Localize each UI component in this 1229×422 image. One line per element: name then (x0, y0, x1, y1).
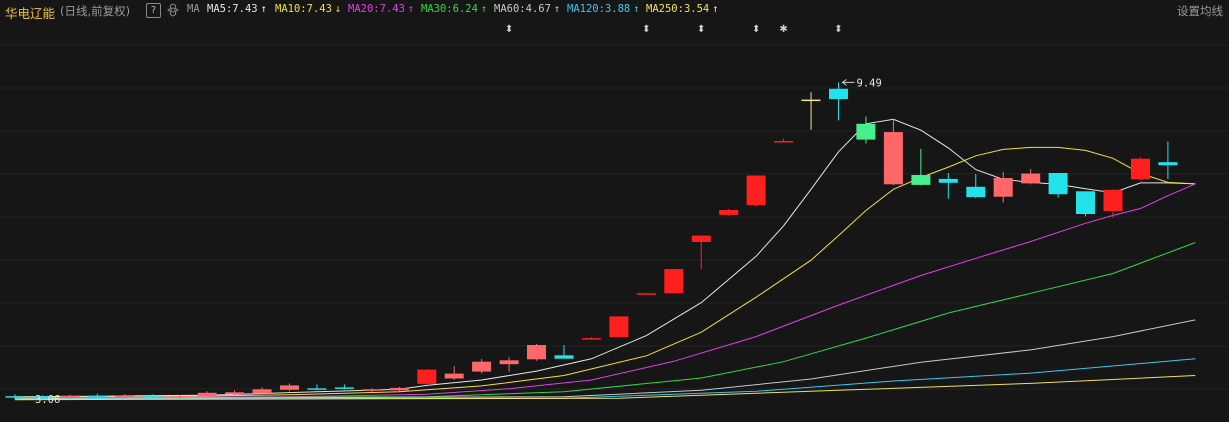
candle (1021, 169, 1041, 185)
candle-body (636, 293, 656, 295)
event-marker-icon: ⬍ (697, 24, 705, 35)
candle-body (527, 345, 546, 360)
event-marker-icon: ⬍ (834, 24, 842, 35)
candle (746, 175, 766, 208)
candle (334, 384, 354, 390)
candle (856, 116, 876, 144)
candle-body (1048, 173, 1068, 195)
candle-body (609, 316, 629, 338)
low-price-label: 3.06 (35, 394, 60, 406)
candle-body (829, 88, 848, 100)
candle (691, 235, 711, 270)
candle-body (993, 178, 1013, 197)
ma-line-ma120 (14, 358, 1196, 400)
candle-body (170, 396, 190, 398)
candle-body (719, 210, 739, 215)
candle (444, 366, 464, 380)
candle-body (362, 389, 382, 391)
candle-body (499, 360, 519, 365)
candle-body (307, 388, 327, 390)
candle-body (1076, 191, 1095, 214)
candle-body (280, 385, 299, 390)
candle-body (1021, 173, 1041, 184)
candle (499, 357, 519, 372)
candle (1076, 191, 1095, 217)
event-markers: ⬍ ⬍ ⬍ ⬍ ✱ ⬍ (505, 24, 843, 35)
candle-body (225, 392, 245, 395)
candle-body (1131, 158, 1150, 180)
candle (911, 148, 931, 186)
candle-body (774, 141, 794, 143)
candle (307, 384, 327, 391)
candle-body (856, 123, 876, 140)
candle (581, 337, 601, 340)
candle (636, 292, 656, 295)
candle-body (444, 373, 464, 379)
candle (417, 369, 437, 385)
candle (142, 394, 162, 399)
candle-body (5, 396, 25, 398)
candle (554, 344, 574, 359)
candle (801, 92, 821, 130)
price-labels: 9.49 3.06 (21, 77, 882, 406)
candle-body (252, 389, 272, 394)
candle (719, 209, 739, 216)
candle (966, 174, 986, 199)
candle-body (87, 395, 107, 398)
ma-line-ma5 (14, 118, 1196, 398)
candle-body (581, 338, 601, 340)
candle-body (60, 395, 80, 398)
ma-line-ma30 (14, 242, 1196, 399)
candle-body (966, 186, 986, 198)
candle-body (746, 175, 766, 206)
event-marker-icon: ⬍ (752, 24, 760, 35)
candle (883, 119, 903, 186)
candle-body (911, 175, 931, 185)
candle-body (472, 361, 492, 372)
candle (280, 383, 299, 392)
candle (1158, 141, 1178, 179)
candle-body (115, 395, 135, 398)
candle-body (691, 235, 711, 242)
candle-body (142, 396, 162, 398)
candle-body (938, 178, 958, 183)
candle-body (389, 387, 409, 391)
candle-body (664, 269, 684, 294)
candle-body (883, 132, 903, 185)
high-price-label: 9.49 (857, 77, 882, 89)
ma-line-ma60 (14, 319, 1196, 400)
candle-body (1103, 189, 1123, 211)
candle (115, 394, 135, 398)
candle-body (334, 387, 354, 389)
candle (664, 269, 684, 294)
candle (472, 358, 492, 374)
candle-body (554, 355, 574, 359)
candle (1048, 173, 1068, 198)
event-marker-icon: ⬍ (642, 24, 650, 35)
candle (938, 173, 958, 199)
candle-body (801, 99, 821, 102)
candle-body (197, 392, 217, 397)
candle-body (1158, 162, 1178, 166)
grid-lines (0, 44, 1229, 390)
candle (774, 138, 794, 143)
candle (87, 393, 107, 398)
ma-line-ma10 (14, 146, 1196, 398)
candle-body (417, 369, 437, 384)
candles (5, 82, 1178, 400)
candle (389, 386, 409, 392)
candle (1131, 157, 1150, 181)
candlestick-chart[interactable]: ⬍ ⬍ ⬍ ⬍ ✱ ⬍ 9.49 3.06 (0, 0, 1229, 422)
candle (609, 316, 629, 338)
candle (527, 344, 546, 361)
event-marker-icon: ✱ (779, 24, 787, 35)
event-marker-icon: ⬍ (505, 24, 513, 35)
